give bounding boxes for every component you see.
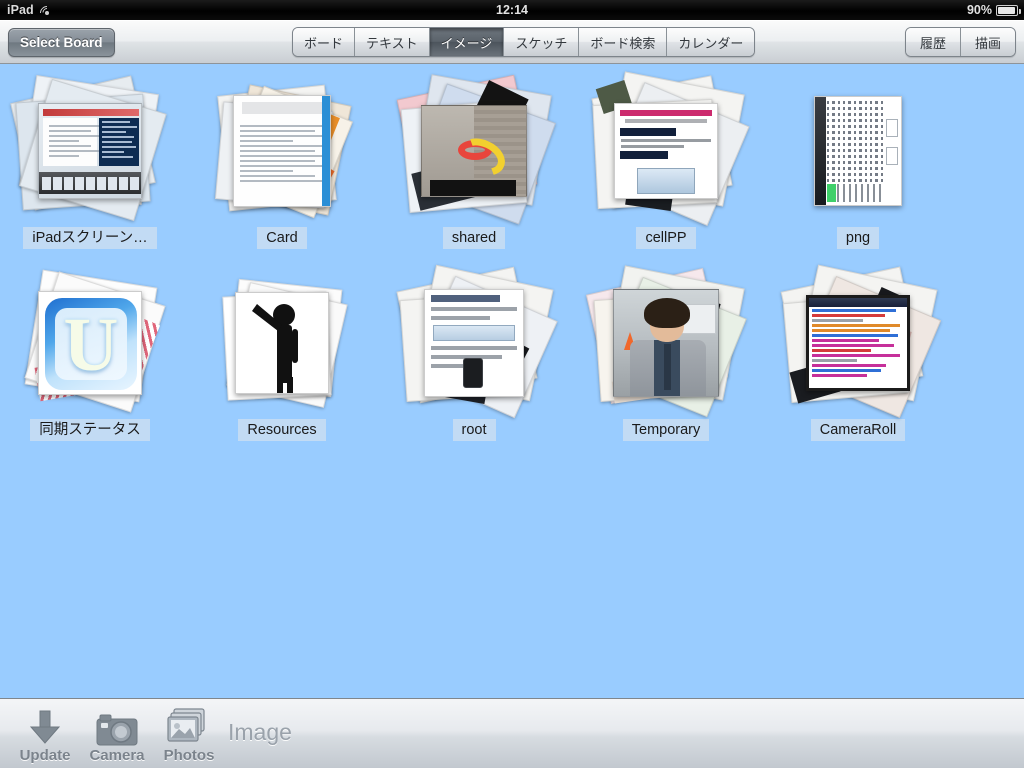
tab-board[interactable]: ボード [293, 28, 356, 56]
status-bar: iPad 12:14 90% [0, 0, 1024, 23]
view-mode-segmented-control[interactable]: ボード テキスト イメージ スケッチ ボード検索 カレンダー [292, 27, 756, 57]
cellpp-slide-front [614, 103, 718, 199]
ipad-screenshot-front [38, 103, 142, 199]
thumbnail[interactable] [591, 71, 750, 226]
sync-status-u-logo-front: U [38, 291, 142, 395]
grid-item-ipad-screenshot[interactable]: iPadスクリーン… [0, 74, 180, 270]
thumbnail[interactable] [207, 78, 357, 224]
temporary-portrait-front [613, 289, 719, 397]
grid-item-shared[interactable]: shared [384, 74, 564, 270]
grid-item-label: png [836, 227, 880, 250]
grid-item-label: 同期ステータス [30, 419, 150, 442]
grid-item-label: iPadスクリーン… [23, 227, 157, 250]
thumbnail[interactable] [207, 270, 357, 416]
shared-photo-front [421, 105, 527, 197]
tab-image[interactable]: イメージ [429, 28, 505, 56]
clock-label: 12:14 [496, 3, 528, 17]
thumbnail[interactable]: U [15, 269, 166, 416]
image-grid: iPadスクリーン… Card shared cellPP png U 同期ステ… [0, 64, 1024, 698]
grid-item-png[interactable]: png [768, 78, 948, 270]
camera-button[interactable]: Camera [78, 702, 156, 764]
grid-item-sync-status[interactable]: U 同期ステータス [0, 269, 180, 462]
grid-item-label: cellPP [636, 227, 696, 250]
camera-icon [95, 707, 139, 747]
battery-percent-label: 90% [966, 3, 992, 17]
update-button[interactable]: Update [6, 702, 84, 764]
tab-board-search[interactable]: ボード検索 [579, 28, 668, 56]
top-toolbar: Select Board ボード テキスト イメージ スケッチ ボード検索 カレ… [0, 20, 1024, 64]
grid-item-root[interactable]: root [384, 264, 564, 462]
grid-item-label: shared [442, 227, 506, 250]
download-arrow-icon [27, 707, 63, 747]
bottom-toolbar: Update Camera Photos Image [0, 698, 1024, 768]
photos-button[interactable]: Photos [150, 702, 228, 764]
root-documents-front [424, 289, 524, 397]
resources-person-front [235, 292, 329, 394]
grid-item-label: Resources [238, 419, 326, 442]
grid-item-temporary[interactable]: Temporary [576, 265, 756, 462]
bottom-bar-title: Image [228, 719, 292, 745]
thumbnail[interactable] [10, 74, 167, 224]
png-vertical-text-front [814, 96, 902, 206]
camera-label: Camera [89, 746, 145, 764]
tab-sketch[interactable]: スケッチ [504, 28, 580, 56]
card-document-front [233, 95, 331, 207]
tab-text[interactable]: テキスト [355, 28, 430, 56]
update-label: Update [19, 746, 71, 764]
history-button[interactable]: 履歴 [905, 28, 961, 56]
thumbnail[interactable] [396, 74, 556, 225]
thumbnail[interactable] [780, 264, 942, 419]
grid-item-label: Temporary [622, 419, 710, 442]
thumbnail[interactable] [783, 78, 933, 224]
status-bar-right: 90% [966, 3, 1021, 17]
grid-item-label: root [452, 419, 496, 442]
grid-row: U 同期ステータス Resources root Temporary Camer… [0, 264, 1024, 462]
cameraroll-window-front [806, 295, 910, 391]
photos-icon [167, 707, 211, 747]
draw-button[interactable]: 描画 [960, 28, 1015, 56]
photos-label: Photos [163, 746, 215, 764]
grid-item-card[interactable]: Card [192, 78, 372, 270]
grid-row: iPadスクリーン… Card shared cellPP png [0, 71, 1024, 270]
tab-calendar[interactable]: カレンダー [667, 28, 755, 56]
toolbar-right-group[interactable]: 履歴 描画 [904, 27, 1016, 57]
grid-item-resources[interactable]: Resources [192, 270, 372, 462]
person-silhouette-icon [252, 304, 298, 393]
thumbnail[interactable] [396, 264, 558, 419]
grid-item-label: Card [257, 227, 307, 250]
grid-item-cellpp[interactable]: cellPP [576, 71, 756, 270]
thumbnail[interactable] [585, 265, 747, 418]
grid-item-label: CameraRoll [810, 419, 906, 442]
battery-icon [996, 4, 1021, 16]
select-board-button[interactable]: Select Board [8, 28, 115, 57]
grid-item-cameraroll[interactable]: CameraRoll [768, 264, 948, 462]
